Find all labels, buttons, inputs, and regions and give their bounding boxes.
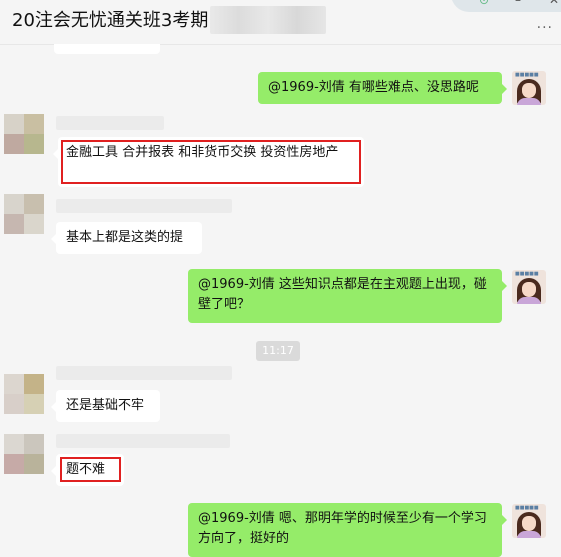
my-avatar[interactable]: ■■■■■ <box>512 71 546 105</box>
sender-avatar[interactable] <box>4 114 44 154</box>
window-controls: ⊙ – ✕ <box>451 0 561 12</box>
message-text: @1969-刘倩 这些知识点都是在主观题上出现，碰壁了吧？ <box>198 277 487 312</box>
more-options-icon[interactable]: ··· <box>537 20 553 36</box>
sender-name-blurred <box>56 116 164 130</box>
message-text: 基本上都是这类的提 <box>66 230 184 245</box>
message-bubble-incoming[interactable]: 金融工具 合并报表 和非货币交换 投资性房地产 <box>53 137 364 187</box>
sender-avatar[interactable] <box>4 194 44 234</box>
sender-name-blurred <box>56 366 232 380</box>
time-divider: 11:17 <box>256 341 300 361</box>
group-title[interactable]: 20注会无忧通关班3考期 <box>12 9 208 33</box>
message-text: 还是基础不牢 <box>66 398 145 413</box>
message-bubble-outgoing[interactable]: @1969-刘倩 嗯、那明年学的时候至少有一个学习方向了，挺好的 <box>188 503 507 557</box>
previous-message-stub <box>54 44 160 54</box>
sender-avatar[interactable] <box>4 434 44 474</box>
message-bubble-incoming[interactable]: 还是基础不牢 <box>51 390 160 422</box>
pin-icon[interactable]: ⊙ <box>479 0 489 6</box>
message-bubble-outgoing[interactable]: @1969-刘倩 有哪些难点、没思路呢 <box>258 72 507 104</box>
sender-name-blurred <box>56 434 230 448</box>
my-avatar[interactable]: ■■■■■ <box>512 270 546 304</box>
minimize-button[interactable]: – <box>515 0 521 6</box>
message-text: 题不难 <box>66 462 106 477</box>
message-text: @1969-刘倩 有哪些难点、没思路呢 <box>268 80 479 95</box>
sender-avatar[interactable] <box>4 374 44 414</box>
blurred-title-suffix <box>210 6 326 34</box>
message-text: 金融工具 合并报表 和非货币交换 投资性房地产 <box>66 145 339 160</box>
chat-header: 20注会无忧通关班3考期 ⊙ – ✕ ··· <box>0 0 561 45</box>
message-text: @1969-刘倩 嗯、那明年学的时候至少有一个学习方向了，挺好的 <box>198 511 487 546</box>
sender-name-blurred <box>56 199 232 213</box>
message-bubble-outgoing[interactable]: @1969-刘倩 这些知识点都是在主观题上出现，碰壁了吧？ <box>188 269 507 323</box>
close-button[interactable]: ✕ <box>549 0 559 6</box>
my-avatar[interactable]: ■■■■■ <box>512 504 546 538</box>
message-bubble-incoming[interactable]: 题不难 <box>51 454 124 486</box>
message-bubble-incoming[interactable]: 基本上都是这类的提 <box>51 222 202 254</box>
